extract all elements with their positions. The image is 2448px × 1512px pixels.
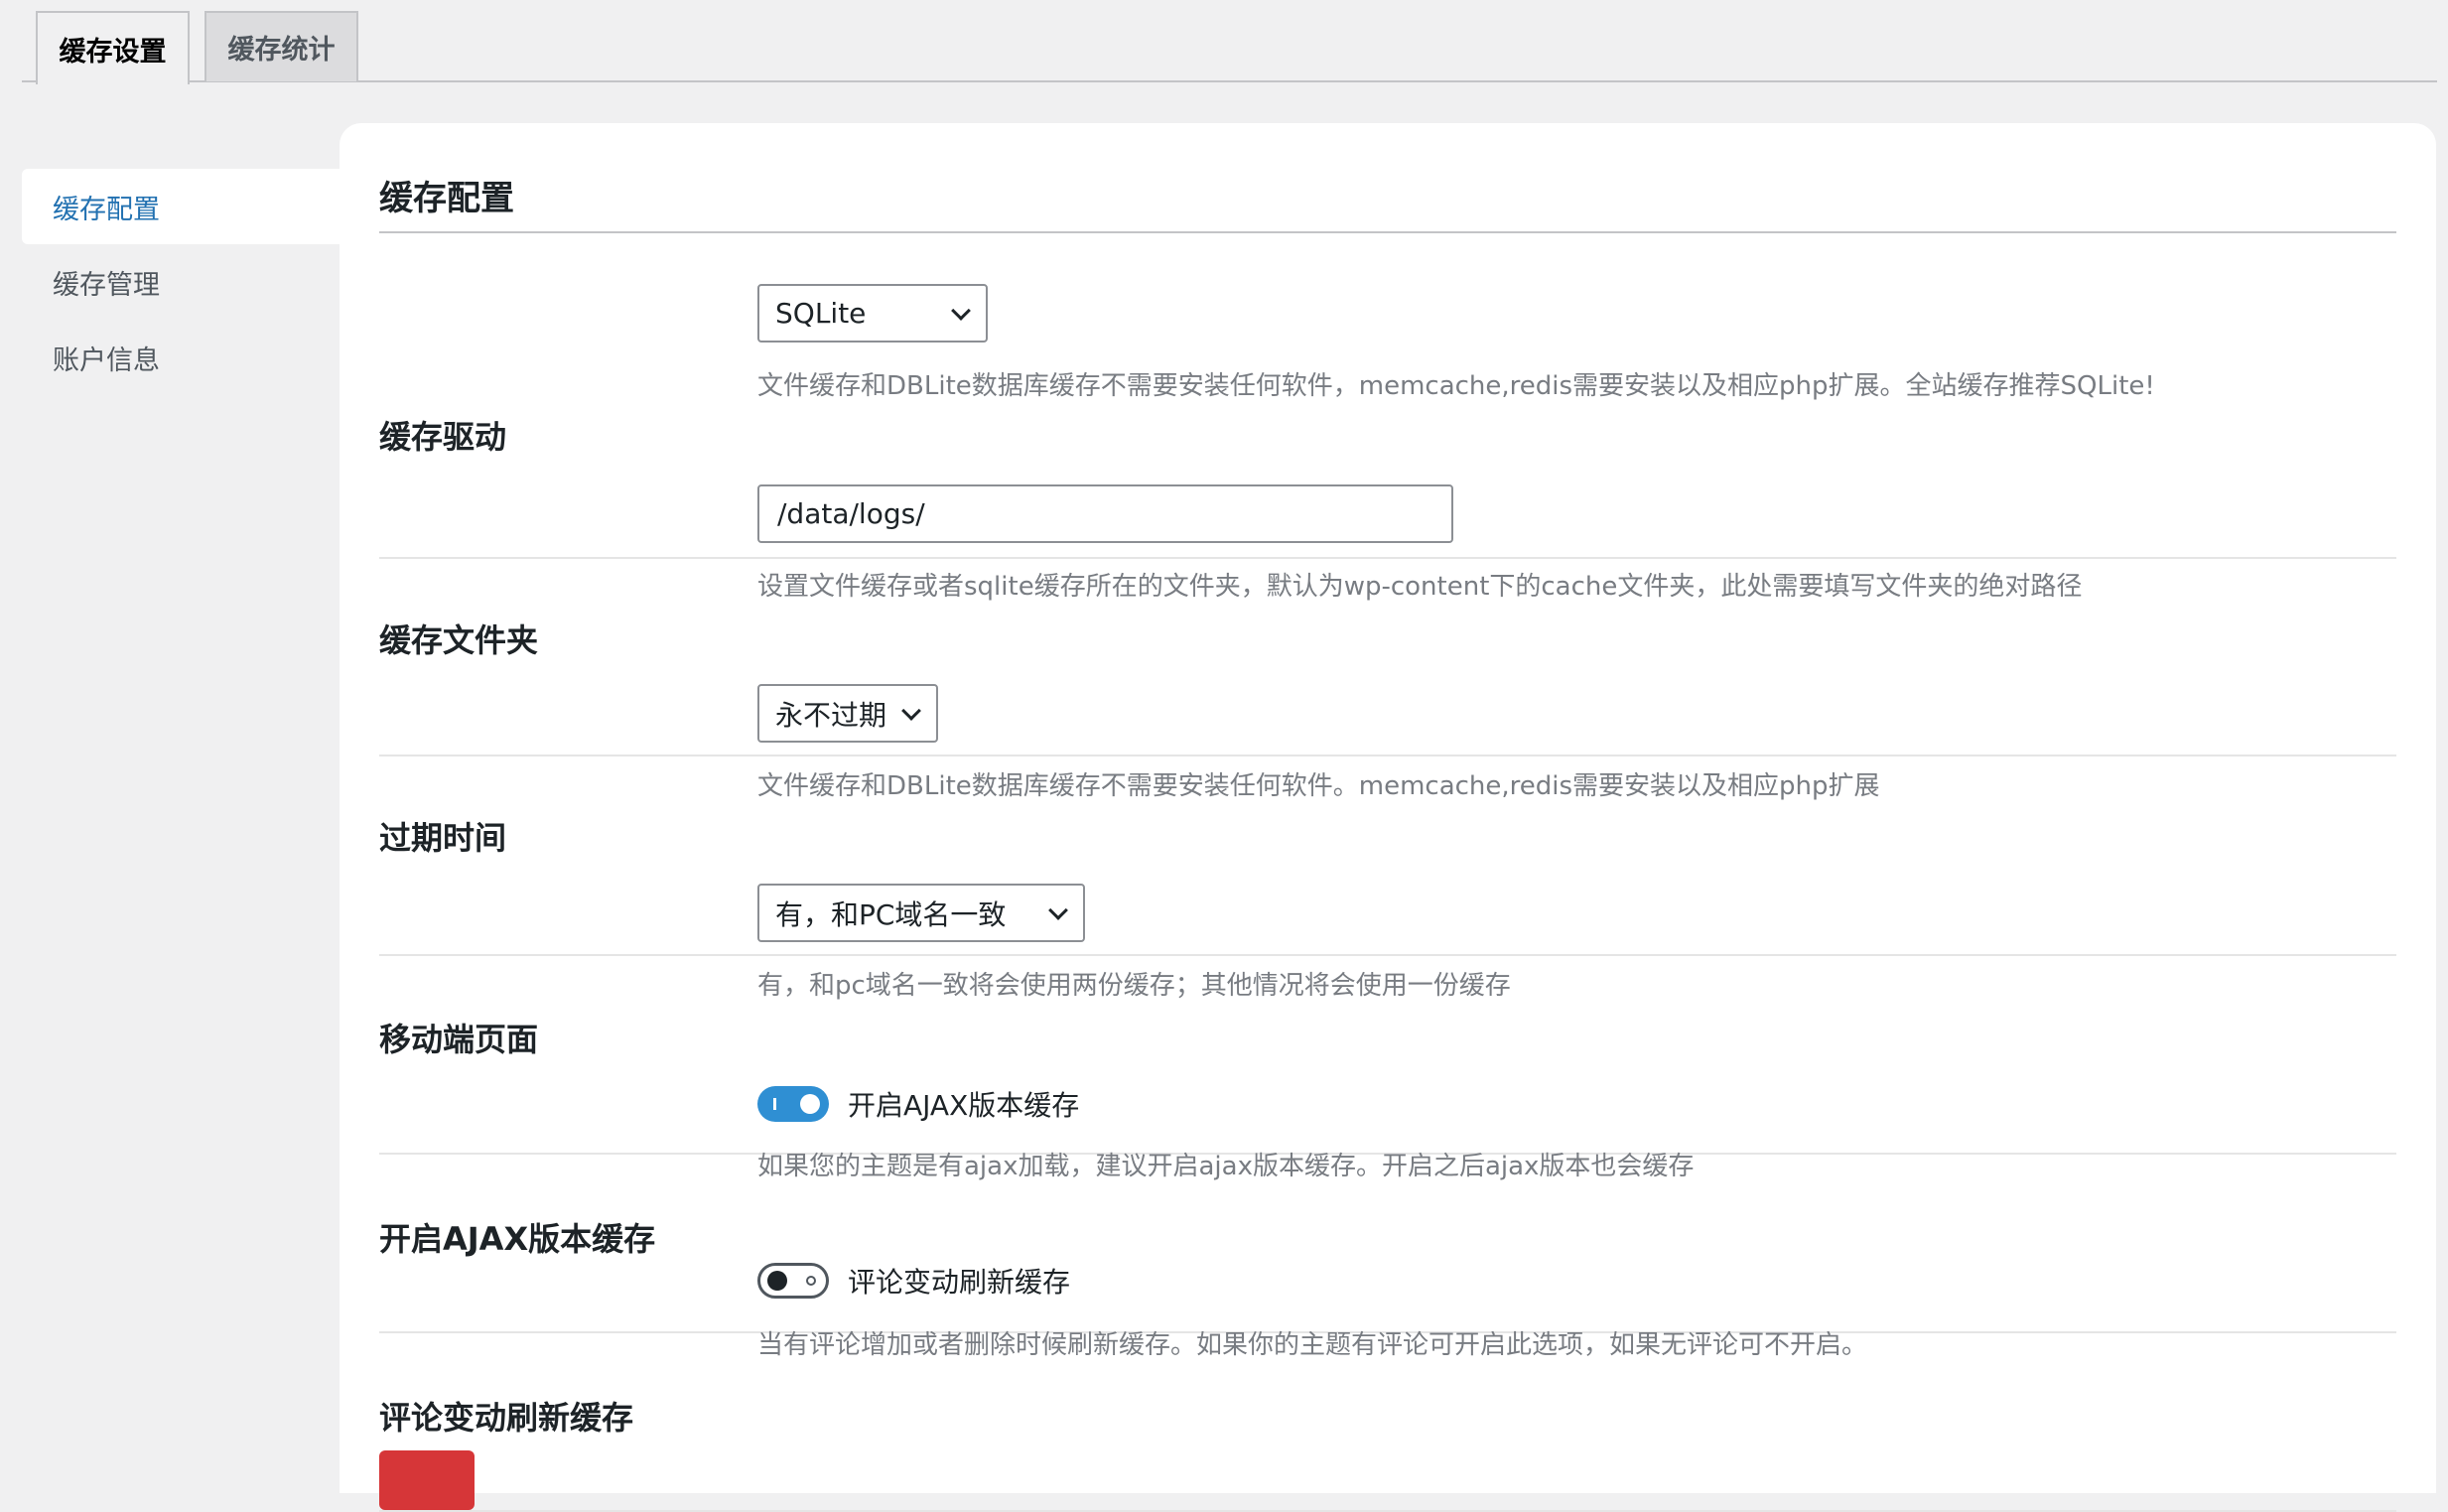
comment-refresh-field: 评论变动刷新缓存 <box>757 1263 1070 1299</box>
tab-cache-stats[interactable]: 缓存统计 <box>204 11 358 81</box>
tab-bar: 缓存设置 缓存统计 <box>22 0 2437 84</box>
save-button[interactable] <box>379 1450 475 1510</box>
comment-refresh-toggle[interactable] <box>757 1263 829 1299</box>
ajax-cache-toggle-label: 开启AJAX版本缓存 <box>848 1089 1080 1122</box>
settings-panel: 缓存配置 缓存驱动 SQLite 文件缓存和DBLite数据库缓存不需要安装任何… <box>340 123 2436 1512</box>
cache-folder-label: 缓存文件夹 <box>379 621 539 659</box>
chevron-down-icon <box>901 701 921 721</box>
mobile-page-value: 有，和PC域名一致 <box>775 897 1007 931</box>
ajax-cache-label: 开启AJAX版本缓存 <box>379 1220 656 1258</box>
mobile-page-desc: 有，和pc域名一致将会使用两份缓存；其他情况将会使用一份缓存 <box>757 971 1511 1001</box>
cache-folder-field <box>757 484 1453 543</box>
sidebar-item-cache-config[interactable]: 缓存配置 <box>22 169 340 244</box>
sidebar-item-cache-manage[interactable]: 缓存管理 <box>22 244 340 320</box>
sidebar: 缓存配置 缓存管理 账户信息 <box>22 169 340 395</box>
comment-refresh-toggle-label: 评论变动刷新缓存 <box>848 1266 1071 1299</box>
cache-folder-input[interactable] <box>757 484 1453 543</box>
title-divider <box>379 231 2396 233</box>
cache-driver-label: 缓存驱动 <box>379 418 507 456</box>
comment-refresh-desc: 当有评论增加或者删除时候刷新缓存。如果你的主题有评论可开启此选项，如果无评论可不… <box>757 1330 1868 1360</box>
expire-time-select[interactable]: 永不过期 <box>757 684 938 743</box>
chevron-down-icon <box>1048 900 1068 920</box>
mobile-page-field: 有，和PC域名一致 <box>757 884 1085 942</box>
cache-folder-desc: 设置文件缓存或者sqlite缓存所在的文件夹，默认为wp-content下的ca… <box>757 572 2083 602</box>
sidebar-item-account-info[interactable]: 账户信息 <box>22 320 340 395</box>
expire-time-field: 永不过期 <box>757 684 938 743</box>
cache-driver-field: SQLite <box>757 284 988 343</box>
ajax-cache-desc: 如果您的主题是有ajax加载，建议开启ajax版本缓存。开启之后ajax版本也会… <box>757 1152 1695 1181</box>
cache-driver-desc: 文件缓存和DBLite数据库缓存不需要安装任何软件，memcache,redis… <box>757 371 2155 401</box>
ajax-cache-toggle[interactable] <box>757 1086 829 1122</box>
expire-time-value: 永不过期 <box>775 698 887 732</box>
toggle-knob <box>800 1094 820 1114</box>
expire-time-desc: 文件缓存和DBLite数据库缓存不需要安装任何软件。memcache,redis… <box>757 771 1880 801</box>
toggle-on-icon <box>773 1098 776 1110</box>
toggle-off-icon <box>806 1276 816 1286</box>
toggle-knob <box>767 1271 787 1291</box>
mobile-page-select[interactable]: 有，和PC域名一致 <box>757 884 1085 942</box>
cache-driver-value: SQLite <box>775 297 867 330</box>
cache-driver-select[interactable]: SQLite <box>757 284 988 343</box>
page-title: 缓存配置 <box>379 179 514 218</box>
ajax-cache-field: 开启AJAX版本缓存 <box>757 1086 1079 1122</box>
expire-time-label: 过期时间 <box>379 819 507 857</box>
tab-cache-settings[interactable]: 缓存设置 <box>36 11 190 84</box>
mobile-page-label: 移动端页面 <box>379 1021 539 1058</box>
chevron-down-icon <box>951 301 971 321</box>
comment-refresh-label: 评论变动刷新缓存 <box>379 1399 634 1437</box>
